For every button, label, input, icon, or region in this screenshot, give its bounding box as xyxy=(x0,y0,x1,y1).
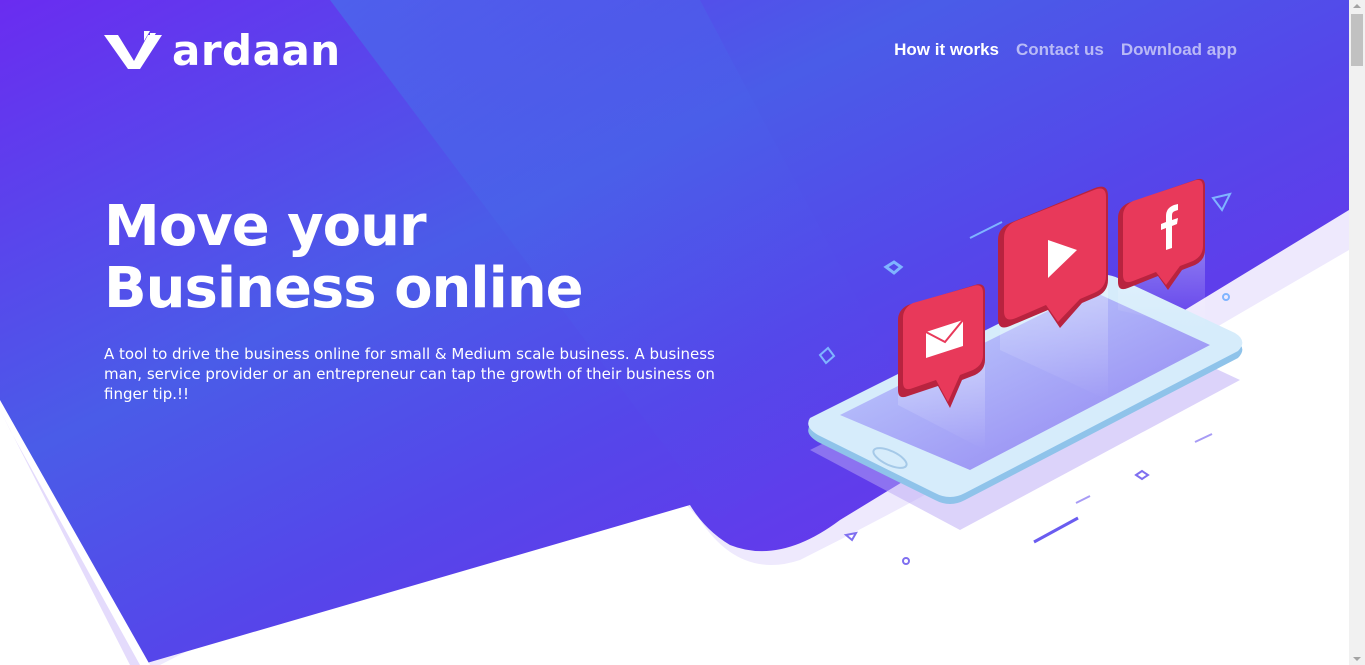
scroll-up-arrow-icon[interactable] xyxy=(1349,0,1365,12)
nav-how-it-works[interactable]: How it works xyxy=(894,40,999,60)
scrollbar-thumb[interactable] xyxy=(1351,14,1363,66)
logo[interactable]: ardaan xyxy=(104,30,341,72)
hero-title: Move your Business online xyxy=(104,194,584,321)
vardaan-v-logo xyxy=(104,31,162,69)
brand-name: ardaan xyxy=(172,26,341,75)
hero-title-line2: Business online xyxy=(104,256,584,321)
nav-download-app[interactable]: Download app xyxy=(1121,40,1237,60)
scroll-down-arrow-icon[interactable] xyxy=(1349,653,1365,665)
top-nav: How it works Contact us Download app xyxy=(894,40,1237,60)
page-stage: ardaan How it works Contact us Download … xyxy=(0,0,1349,665)
phone-illustration xyxy=(808,178,1243,565)
scrollbar[interactable] xyxy=(1349,0,1365,665)
hero-description: A tool to drive the business online for … xyxy=(104,345,715,403)
nav-contact-us[interactable]: Contact us xyxy=(1016,40,1104,60)
hero-title-line1: Move your xyxy=(104,194,427,259)
